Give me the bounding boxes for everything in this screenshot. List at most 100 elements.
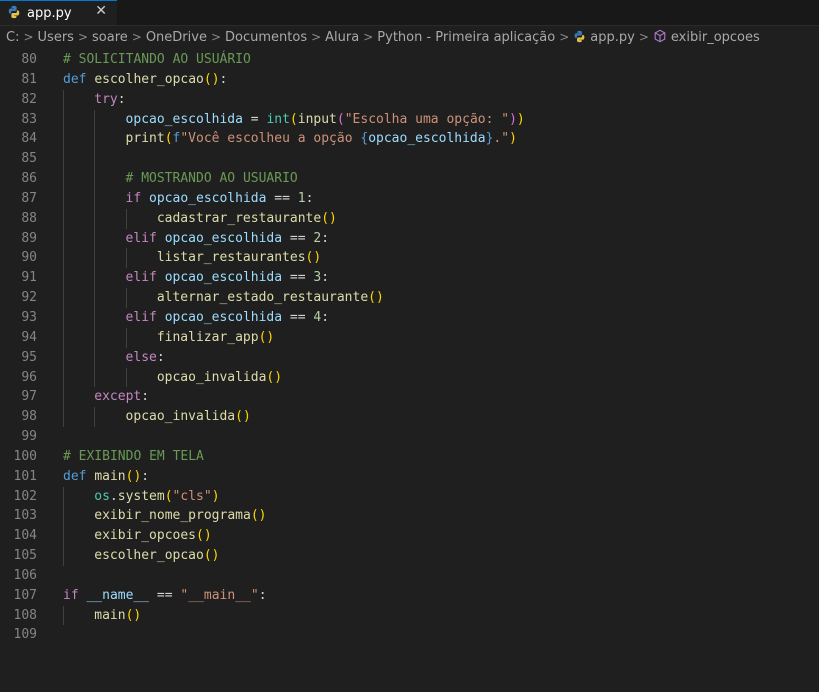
indent-guide (63, 268, 64, 289)
indent-guide (125, 248, 127, 269)
code-text: # EXIBINDO EM TELA (63, 447, 204, 467)
code-token: os (94, 488, 110, 504)
code-token: == (149, 587, 181, 603)
code-token: def (63, 71, 87, 87)
code-token: # MOSTRANDO AO USUARIO (125, 171, 298, 187)
code-token: opcao_escolhida (164, 230, 283, 246)
code-text: escolher_opcao() (94, 546, 219, 566)
code-token: : (321, 270, 330, 286)
code-line: 82 try: (0, 89, 819, 110)
indent-guide (94, 208, 96, 229)
code-token: "__main__" (180, 587, 259, 603)
code-line: 106 (0, 566, 819, 586)
breadcrumb-segment[interactable]: Alura (325, 30, 359, 45)
code-token: "cls" (172, 488, 212, 504)
code-text: cadastrar_restaurante() (157, 209, 337, 229)
code-token: # SOLICITANDO AO USUÁRIO (63, 52, 251, 67)
code-text: print(f"Você escolheu a opção {opcao_esc… (126, 129, 517, 149)
code-editor[interactable]: 80 # SOLICITANDO AO USUÁRIO 81 def escolher… (0, 48, 819, 645)
breadcrumb-segment[interactable]: OneDrive (146, 30, 207, 45)
code-token: finalizar_app (156, 329, 259, 345)
line-number: 108 (13, 607, 37, 623)
indent-guide (63, 407, 64, 428)
code-token: () (266, 369, 283, 385)
indent-guide (63, 169, 64, 189)
code-token: () (258, 329, 275, 345)
line-number: 102 (13, 488, 37, 504)
code-token: input (297, 111, 337, 127)
code-text: opcao_escolhida = int(input("Escolha uma… (126, 110, 525, 130)
code-line: 107 if __name__ == "__main__": (0, 586, 819, 606)
line-number: 105 (13, 548, 37, 564)
code-line: 101 def main(): (0, 467, 819, 487)
code-token: ) (509, 131, 517, 147)
code-token: () (196, 528, 212, 544)
code-token: ) (211, 488, 220, 504)
code-line: 80 # SOLICITANDO AO USUÁRIO (0, 50, 819, 70)
indent-guide (63, 109, 64, 130)
indent-guide (94, 347, 96, 368)
code-token: system (117, 488, 165, 504)
code-token: : (258, 587, 267, 603)
tab-app-py[interactable]: app.py ✕ (0, 0, 117, 25)
indent-guide (94, 288, 96, 308)
indent-guide (125, 288, 127, 308)
code-token: () (305, 250, 322, 266)
code-token: () (235, 409, 251, 425)
breadcrumb-segment[interactable]: C: (6, 30, 19, 45)
code-token: opcao_invalida (125, 409, 236, 425)
code-line: 103 exibir_nome_programa() (0, 506, 819, 527)
breadcrumb-segment[interactable]: app.py (590, 30, 635, 45)
close-icon[interactable]: ✕ (95, 3, 107, 19)
indent-guide (63, 89, 64, 110)
code-text: opcao_invalida() (126, 407, 251, 427)
breadcrumb-segment[interactable]: Users (38, 30, 74, 45)
line-number: 84 (21, 131, 37, 147)
breadcrumb-segment[interactable]: soare (92, 30, 128, 45)
code-token: "Escolha uma opção: " (344, 111, 510, 127)
indent-guide (94, 307, 96, 328)
breadcrumb-segment[interactable]: Python - Primeira aplicação (377, 30, 555, 45)
code-token: if (125, 190, 142, 206)
breadcrumb-segment[interactable]: Documentos (225, 30, 307, 45)
line-number: 93 (21, 309, 37, 325)
code-token: opcao_escolhida (368, 131, 486, 147)
chevron-right-icon: > (638, 30, 649, 44)
line-number: 95 (21, 349, 37, 365)
code-text: # MOSTRANDO AO USUARIO (126, 169, 298, 189)
code-token: elif (125, 309, 157, 325)
code-line: 108 main() (0, 605, 819, 626)
code-line: 105 escolher_opcao() (0, 546, 819, 566)
code-token: alternar_estado_restaurante (156, 290, 369, 306)
code-line: 84 print(f"Você escolheu a opção {opcao_e… (0, 129, 819, 150)
line-number: 106 (13, 567, 37, 583)
chevron-right-icon: > (210, 30, 222, 44)
code-token: elif (125, 230, 157, 246)
code-token: : (117, 91, 126, 107)
code-token: () (321, 210, 337, 226)
code-token: () (203, 548, 220, 564)
tab-label: app.py (27, 5, 72, 21)
indent-guide (63, 486, 64, 507)
line-number: 100 (13, 448, 37, 464)
code-line: 81 def escolher_opcao(): (0, 70, 819, 90)
code-token: opcao_escolhida (164, 309, 283, 325)
indent-guide (125, 327, 127, 348)
chevron-right-icon: > (559, 30, 570, 44)
code-line: 92 alternar_estado_restaurante() (0, 288, 819, 308)
code-text: elif opcao_escolhida == 2: (126, 229, 330, 249)
code-text: def main(): (63, 467, 149, 487)
code-text: else: (126, 348, 165, 368)
chevron-right-icon: > (23, 30, 34, 44)
line-number: 85 (21, 151, 37, 167)
chevron-right-icon: > (77, 30, 88, 44)
code-line: 93 elif opcao_escolhida == 4: (0, 307, 819, 328)
breadcrumb-segment[interactable]: exibir_opcoes (671, 30, 760, 45)
code-token: escolher_opcao (94, 71, 204, 87)
code-token: : (321, 309, 330, 325)
chevron-right-icon: > (363, 30, 374, 44)
chevron-right-icon: > (311, 30, 322, 44)
line-number: 83 (21, 111, 37, 127)
code-token: main (94, 607, 126, 623)
tab-bar: app.py ✕ (0, 0, 819, 26)
